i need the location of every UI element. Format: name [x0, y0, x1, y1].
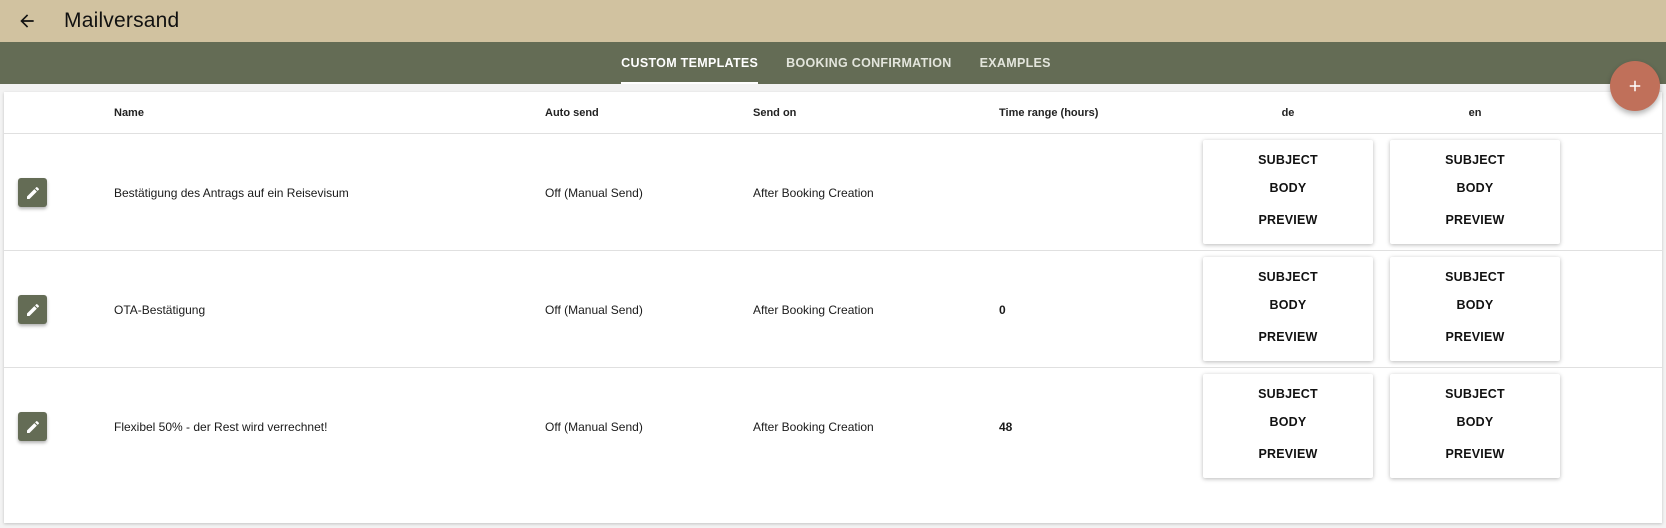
- preview-button[interactable]: PREVIEW: [1203, 330, 1373, 344]
- lang-de-actions: SUBJECT BODY PREVIEW: [1203, 374, 1373, 478]
- page-title: Mailversand: [64, 9, 180, 32]
- tab-booking-confirmation[interactable]: BOOKING CONFIRMATION: [772, 42, 965, 84]
- lang-en-actions: SUBJECT BODY PREVIEW: [1390, 374, 1560, 478]
- send-on-value: After Booking Creation: [753, 185, 874, 200]
- arrow-left-icon: [20, 14, 34, 28]
- pencil-icon: [26, 186, 39, 199]
- edit-template-button[interactable]: [18, 295, 47, 324]
- send-on-value: After Booking Creation: [753, 419, 874, 434]
- lang-en-actions: SUBJECT BODY PREVIEW: [1390, 140, 1560, 244]
- back-button[interactable]: [0, 0, 54, 42]
- preview-button[interactable]: PREVIEW: [1390, 447, 1560, 461]
- time-range-value: 0: [999, 302, 1006, 317]
- body-button[interactable]: BODY: [1390, 415, 1560, 429]
- edit-template-button[interactable]: [18, 178, 47, 207]
- templates-table: Name Auto send Send on Time range (hours…: [4, 92, 1662, 523]
- template-name: Bestätigung des Antrags auf ein Reisevis…: [114, 185, 349, 200]
- template-name: Flexibel 50% - der Rest wird verrechnet!: [114, 419, 328, 434]
- template-name: OTA-Bestätigung: [114, 302, 206, 317]
- table-row: OTA-Bestätigung Off (Manual Send) After …: [4, 251, 1662, 368]
- subject-button[interactable]: SUBJECT: [1203, 270, 1373, 284]
- plus-icon: [1629, 80, 1641, 92]
- pencil-icon: [26, 420, 39, 433]
- send-on-value: After Booking Creation: [753, 302, 874, 317]
- tab-custom-templates[interactable]: CUSTOM TEMPLATES: [607, 42, 772, 84]
- column-header-send-on: Send on: [753, 107, 797, 119]
- tab-bar: CUSTOM TEMPLATES BOOKING CONFIRMATION EX…: [0, 42, 1666, 84]
- lang-en-actions: SUBJECT BODY PREVIEW: [1390, 257, 1560, 361]
- preview-button[interactable]: PREVIEW: [1203, 447, 1373, 461]
- column-header-time-range: Time range (hours): [999, 107, 1099, 119]
- body-button[interactable]: BODY: [1203, 298, 1373, 312]
- subject-button[interactable]: SUBJECT: [1390, 270, 1560, 284]
- body-button[interactable]: BODY: [1390, 181, 1560, 195]
- column-header-lang-de: de: [1281, 107, 1295, 119]
- lang-de-actions: SUBJECT BODY PREVIEW: [1203, 257, 1373, 361]
- table-row: Flexibel 50% - der Rest wird verrechnet!…: [4, 368, 1662, 485]
- add-template-button[interactable]: [1610, 61, 1660, 111]
- subject-button[interactable]: SUBJECT: [1390, 387, 1560, 401]
- column-header-name: Name: [114, 107, 144, 119]
- body-button[interactable]: BODY: [1203, 181, 1373, 195]
- subject-button[interactable]: SUBJECT: [1203, 387, 1373, 401]
- subject-button[interactable]: SUBJECT: [1203, 153, 1373, 167]
- lang-de-actions: SUBJECT BODY PREVIEW: [1203, 140, 1373, 244]
- column-header-auto-send: Auto send: [545, 107, 599, 119]
- body-button[interactable]: BODY: [1203, 415, 1373, 429]
- edit-template-button[interactable]: [18, 412, 47, 441]
- app-header: Mailversand: [0, 0, 1666, 42]
- table-header: Name Auto send Send on Time range (hours…: [4, 92, 1662, 134]
- tab-examples[interactable]: EXAMPLES: [966, 42, 1065, 84]
- subject-button[interactable]: SUBJECT: [1390, 153, 1560, 167]
- preview-button[interactable]: PREVIEW: [1390, 330, 1560, 344]
- column-header-lang-en: en: [1468, 107, 1482, 119]
- preview-button[interactable]: PREVIEW: [1390, 213, 1560, 227]
- table-row: Bestätigung des Antrags auf ein Reisevis…: [4, 134, 1662, 251]
- body-button[interactable]: BODY: [1390, 298, 1560, 312]
- auto-send-value: Off (Manual Send): [545, 302, 643, 317]
- auto-send-value: Off (Manual Send): [545, 419, 643, 434]
- preview-button[interactable]: PREVIEW: [1203, 213, 1373, 227]
- pencil-icon: [26, 303, 39, 316]
- time-range-value: 48: [999, 419, 1013, 434]
- auto-send-value: Off (Manual Send): [545, 185, 643, 200]
